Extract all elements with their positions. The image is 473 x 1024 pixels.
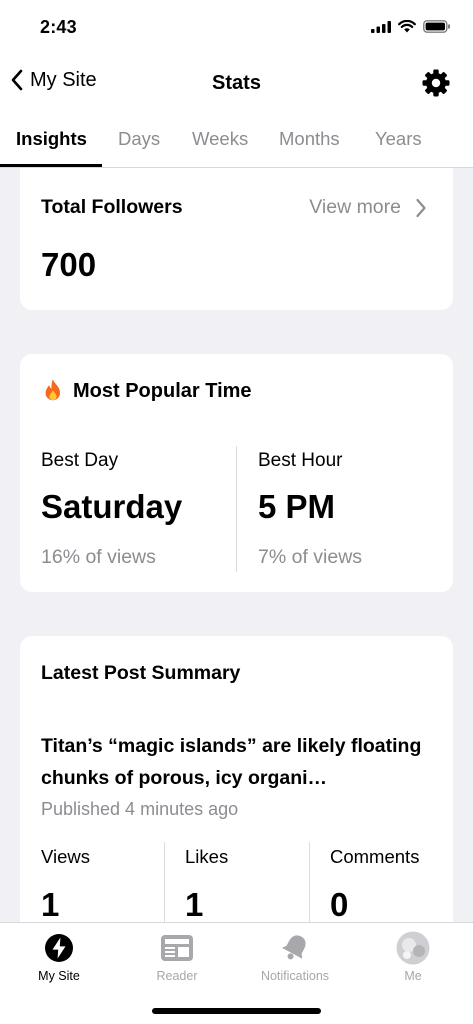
views-label: Views	[41, 846, 91, 867]
tabbar-label: Notifications	[260, 969, 330, 983]
post-title[interactable]: Titan’s “magic islands” are likely float…	[41, 730, 441, 794]
tab-insights[interactable]: Insights	[16, 128, 87, 150]
tabbar-label: Reader	[156, 969, 198, 983]
best-hour-percent: 7% of views	[258, 546, 363, 568]
best-day-percent: 16% of views	[41, 546, 156, 568]
tabbar-label: My Site	[38, 969, 80, 983]
post-published-time: Published 4 minutes ago	[41, 799, 239, 819]
tab-weeks[interactable]: Weeks	[192, 128, 248, 150]
tab-months[interactable]: Months	[279, 128, 340, 150]
period-tabs: Insights Days Weeks Months Years	[0, 118, 473, 168]
active-tab-indicator	[0, 164, 102, 167]
tabbar-item-me[interactable]: Me	[354, 931, 472, 983]
tabbar-item-reader[interactable]: Reader	[118, 931, 236, 983]
tabbar-item-my-site[interactable]: My Site	[0, 931, 118, 983]
avatar	[396, 931, 430, 965]
popular-title: Most Popular Time	[73, 379, 252, 402]
best-hour-value: 5 PM	[258, 488, 336, 525]
chevron-right-icon	[416, 198, 426, 217]
popular-header: Most Popular Time	[41, 378, 252, 404]
views-value: 1	[41, 886, 60, 923]
total-followers-card: Total Followers View more 700	[20, 168, 453, 310]
tab-days[interactable]: Days	[118, 128, 160, 150]
navigation-bar: My Site Stats	[0, 60, 473, 106]
jetpack-icon	[45, 934, 73, 962]
reader-icon	[161, 935, 193, 961]
status-icons	[371, 20, 451, 33]
home-indicator	[152, 1008, 321, 1014]
status-bar: 2:43	[0, 0, 473, 56]
tabbar-item-notifications[interactable]: Notifications	[236, 931, 354, 983]
view-more-link[interactable]: View more	[309, 196, 427, 219]
comments-label: Comments	[330, 846, 420, 867]
followers-title: Total Followers	[41, 196, 183, 218]
gear-icon[interactable]	[421, 68, 451, 98]
best-day-value: Saturday	[41, 488, 183, 525]
header-area: 2:43 My Site Stats Insights Days Weeks M…	[0, 0, 473, 168]
fire-icon	[45, 379, 60, 401]
signal-icon	[371, 20, 391, 33]
best-day-label: Best Day	[41, 450, 119, 471]
battery-icon	[423, 20, 450, 33]
tabbar-label: Me	[404, 969, 422, 983]
page-title: Stats	[212, 72, 261, 94]
most-popular-time-card: Most Popular Time Best Day Saturday 16% …	[20, 354, 453, 592]
latest-post-title: Latest Post Summary	[41, 662, 241, 684]
likes-label: Likes	[185, 846, 229, 867]
likes-value: 1	[185, 886, 204, 923]
best-hour-label: Best Hour	[258, 450, 343, 471]
status-time: 2:43	[40, 17, 77, 37]
wifi-icon	[398, 20, 416, 33]
latest-post-summary-card[interactable]: Latest Post Summary Titan’s “magic islan…	[20, 636, 453, 936]
bell-icon	[282, 935, 306, 960]
followers-count: 700	[41, 246, 97, 283]
view-more-label: View more	[309, 196, 401, 218]
tab-years[interactable]: Years	[375, 128, 422, 150]
column-divider	[236, 446, 237, 572]
comments-value: 0	[330, 886, 349, 923]
